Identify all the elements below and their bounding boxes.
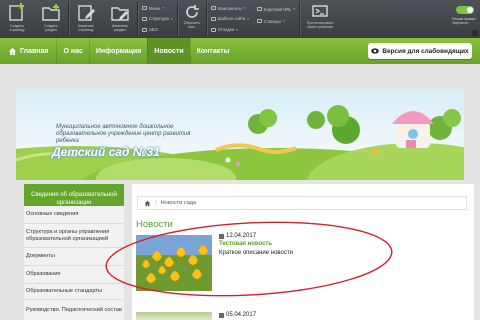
menu-label: Меню [149, 5, 161, 11]
nav-item-information[interactable]: Информация [88, 38, 147, 64]
create-page-button[interactable]: Создать страницу [0, 0, 34, 38]
sidebar-item-standards[interactable]: Образовательные стандарты [24, 284, 124, 300]
menu-icon [142, 6, 147, 11]
page-edit-icon [78, 5, 95, 21]
toolbar-corner-button[interactable] [472, 30, 478, 36]
home-icon[interactable] [144, 200, 151, 207]
page-title: Новости [136, 219, 173, 230]
news-date: 12.04.2017 [219, 233, 256, 239]
components-label: Компоненты [217, 5, 242, 11]
eye-icon [371, 48, 380, 54]
tulips-thumbnail[interactable] [136, 235, 212, 291]
sidebar-item-management[interactable]: Руководство. Педагогический состав [24, 300, 124, 320]
edit-section-label: Изменить раздел [111, 24, 129, 32]
chevron-down-icon: ▾ [170, 16, 173, 21]
chevron-down-icon: ▾ [247, 16, 250, 21]
nav-item-home[interactable]: Главная [8, 38, 56, 64]
folder-plus-icon [42, 4, 60, 21]
edit-page-button[interactable]: Изменить страницу [69, 0, 103, 38]
debug-icon [210, 27, 216, 32]
toolbar-url-group: Короткий URL ▾ Стикеры ▾ [253, 0, 299, 38]
calendar-icon [219, 312, 224, 318]
edit-section-button[interactable]: Изменить раздел [103, 0, 137, 38]
link-icon [257, 7, 263, 12]
toolbar-components-group: Компоненты ▾ Шаблон сайта ▾ Отладка ▾ [207, 0, 253, 38]
template-icon [210, 16, 216, 21]
chevron-down-icon: ▾ [162, 6, 165, 11]
components-icon [210, 6, 216, 11]
nav-item-label: Контакты [196, 47, 230, 55]
reset-cache-button[interactable]: Сбросить кеш [178, 0, 206, 38]
create-section-label: Создать раздел [44, 24, 58, 32]
structure-icon [142, 16, 147, 21]
short-url-label: Короткий URL [264, 6, 292, 12]
menu-dropdown[interactable]: Меню ▾ [142, 6, 173, 11]
edit-page-label: Изменить страницу [77, 24, 95, 32]
site-template-dropdown[interactable]: Шаблон сайта ▾ [210, 16, 250, 22]
breadcrumb: / Новости сада [137, 196, 467, 210]
nav-item-label: О нас [63, 47, 83, 55]
news-date-value: 05.04.2017 [226, 312, 257, 318]
create-page-label: Создать страницу [9, 24, 25, 32]
test-new-solution-button[interactable]: Протестировать новое решение [300, 0, 340, 38]
sidebar-item-structure[interactable]: Структура и органы управления образовате… [24, 224, 124, 248]
org-subtitle: Муниципальное автономное дошкольное обра… [56, 124, 191, 144]
components-dropdown[interactable]: Компоненты ▾ [210, 5, 249, 11]
seo-button[interactable]: SEO [142, 27, 173, 32]
short-url-dropdown[interactable]: Короткий URL ▾ [257, 7, 295, 12]
seo-label: SEO [149, 27, 158, 33]
stickers-label: Стикеры [264, 18, 281, 24]
nav-item-label: Главная [20, 47, 49, 55]
refresh-icon [185, 5, 199, 18]
edit-mode-label: Режим правки Эмулятор [452, 17, 476, 25]
monitor-icon [312, 5, 328, 17]
site-title: Детский сад №31 [52, 145, 160, 159]
nav-item-label: Информация [95, 47, 142, 55]
site-template-label: Шаблон сайта [217, 16, 246, 22]
news-date-value: 12.04.2017 [226, 233, 257, 239]
nav-item-label: Новости [154, 47, 184, 55]
debug-label: Отладка [217, 27, 235, 33]
site-banner: Муниципальное автономное дошкольное обра… [16, 90, 464, 180]
nav-item-contacts[interactable]: Контакты [189, 38, 236, 64]
chevron-down-icon: ▾ [282, 19, 285, 24]
debug-dropdown[interactable]: Отладка ▾ [210, 27, 249, 33]
create-section-button[interactable]: Создать раздел [34, 0, 68, 38]
breadcrumb-current: Новости сада [160, 200, 197, 206]
home-icon [8, 47, 17, 55]
news-description: Краткое описание новости [219, 250, 293, 256]
seo-icon [142, 27, 147, 32]
sidebar-item-documents[interactable]: Документы [24, 248, 124, 266]
edit-mode-toggle[interactable] [456, 6, 474, 14]
test-new-solution-label: Протестировать новое решение [306, 21, 334, 29]
admin-toolbar: Создать страницу Создать раздел Изменить… [0, 0, 480, 38]
chevron-down-icon: ▾ [243, 6, 246, 11]
sticker-icon [257, 19, 263, 24]
sidebar-item-main-info[interactable]: Основные сведения [24, 206, 124, 224]
chevron-down-icon: ▾ [293, 7, 296, 12]
reset-cache-label: Сбросить кеш [183, 21, 200, 29]
breadcrumb-separator: / [155, 200, 157, 206]
sidebar-item-education[interactable]: Образование [24, 266, 124, 284]
chevron-down-icon: ▾ [236, 27, 238, 32]
news-date: 05.04.2017 [219, 312, 256, 318]
nav-item-about[interactable]: О нас [56, 38, 88, 64]
low-vision-version-button[interactable]: Версия для слабовидящих [368, 43, 472, 59]
toolbar-menu-group: Меню ▾ Структура ▾ SEO [138, 0, 177, 38]
structure-dropdown[interactable]: Структура ▾ [142, 16, 173, 21]
folder-edit-icon [111, 7, 129, 21]
stickers-dropdown[interactable]: Стикеры ▾ [257, 19, 295, 24]
calendar-icon [219, 233, 224, 239]
structure-label: Структура [149, 16, 169, 22]
news-thumbnail[interactable] [136, 312, 212, 320]
page-plus-icon [9, 3, 24, 21]
news-title-link[interactable]: Тестовая новость [219, 241, 272, 247]
nav-item-news[interactable]: Новости [147, 38, 190, 64]
low-vision-version-label: Версия для слабовидящих [382, 47, 469, 55]
